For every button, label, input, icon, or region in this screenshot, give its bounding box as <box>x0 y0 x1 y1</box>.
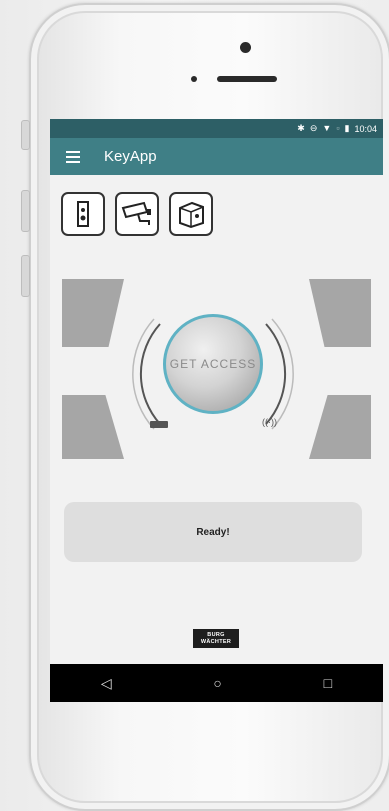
burg-waechter-logo: BURG WÄCHTER <box>193 629 239 648</box>
recents-button[interactable]: □ <box>324 676 332 690</box>
front-camera <box>240 42 251 53</box>
volume-up-button <box>21 190 30 232</box>
wireless-signal-icon: ((·)) <box>262 417 277 427</box>
status-message: Ready! <box>196 526 230 538</box>
android-nav-bar: ◁ ○ □ <box>50 664 383 702</box>
home-button[interactable]: ○ <box>213 676 221 690</box>
get-access-button[interactable]: GET ACCESS <box>163 314 263 414</box>
back-button[interactable]: ◁ <box>101 676 112 690</box>
volume-down-button <box>21 255 30 297</box>
battery-icon <box>150 421 168 428</box>
proximity-sensor <box>191 76 197 82</box>
mute-switch <box>21 120 30 150</box>
status-message-box: Ready! <box>64 502 362 562</box>
earpiece-speaker <box>217 76 277 82</box>
app-screen: ✱ ⊖ ▼ ▫ ▮ 10:04 KeyApp GET ACCESS ((·)) … <box>50 119 383 702</box>
get-access-label: GET ACCESS <box>169 357 257 371</box>
